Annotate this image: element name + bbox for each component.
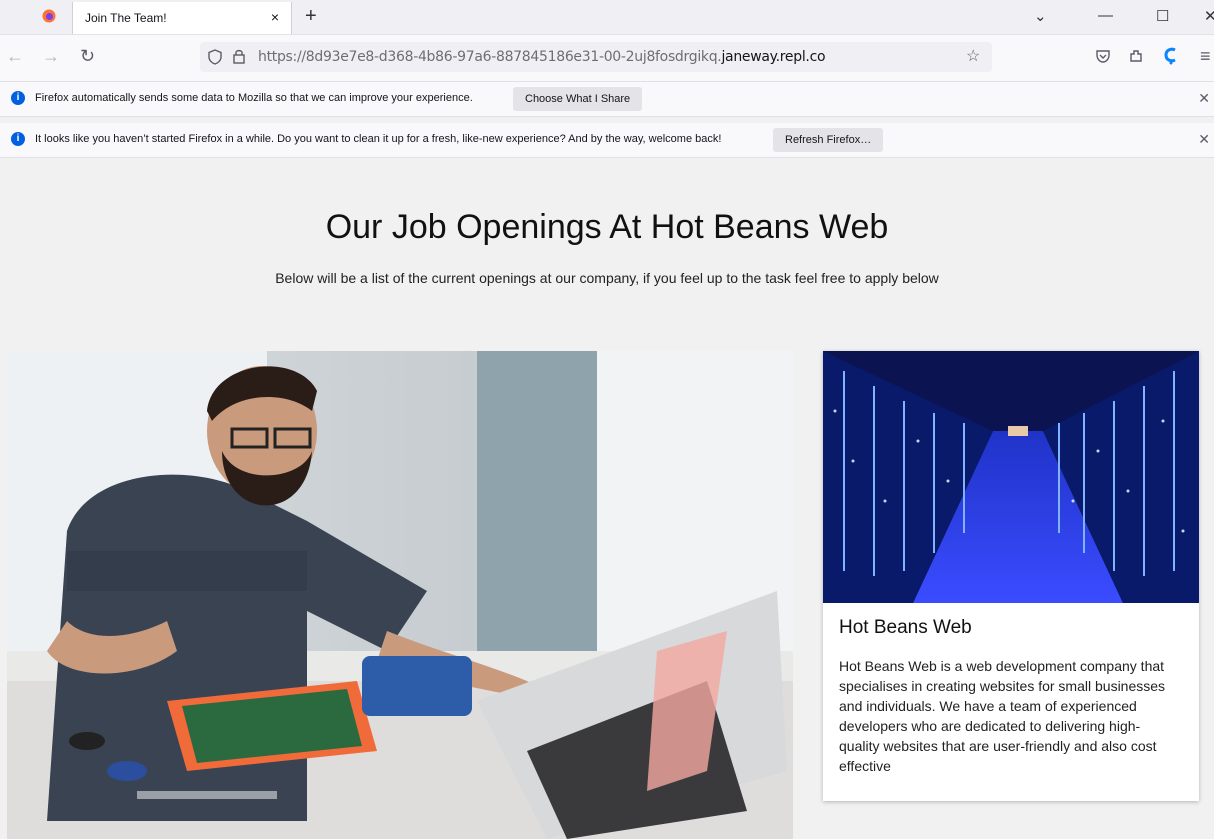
maximize-icon[interactable]: ☐ bbox=[1156, 7, 1169, 25]
minimize-icon[interactable]: — bbox=[1098, 7, 1113, 24]
card-title: Hot Beans Web bbox=[839, 617, 972, 638]
close-window-icon[interactable]: ✕ bbox=[1204, 7, 1214, 25]
back-icon[interactable]: ← bbox=[6, 46, 24, 67]
tab-close-icon[interactable]: × bbox=[271, 9, 279, 25]
tab-title: Join The Team! bbox=[85, 11, 167, 25]
telemetry-notification: i Firefox automatically sends some data … bbox=[0, 82, 1214, 117]
close-icon[interactable]: ✕ bbox=[1198, 131, 1210, 148]
page-title: Our Job Openings At Hot Beans Web bbox=[325, 208, 889, 246]
company-card: Hot Beans Web Hot Beans Web is a web dev… bbox=[823, 351, 1199, 801]
reload-icon[interactable]: ↻ bbox=[80, 46, 95, 67]
tab-bar: Join The Team! × + ⌄ — ☐ ✕ bbox=[0, 0, 1214, 35]
url-bar[interactable]: https://8d93e7e8-d368-4b86-97a6-88784518… bbox=[200, 42, 992, 72]
firefox-icon bbox=[42, 9, 56, 23]
info-icon: i bbox=[11, 132, 25, 146]
close-icon[interactable]: ✕ bbox=[1198, 90, 1210, 107]
account-icon[interactable] bbox=[1163, 47, 1179, 65]
lock-icon[interactable] bbox=[232, 48, 246, 64]
shield-icon[interactable] bbox=[208, 49, 222, 65]
pocket-icon[interactable] bbox=[1095, 48, 1111, 64]
notification-text: Firefox automatically sends some data to… bbox=[35, 92, 473, 104]
refresh-firefox-button[interactable]: Refresh Firefox… bbox=[773, 128, 884, 152]
url-text[interactable]: https://8d93e7e8-d368-4b86-97a6-88784518… bbox=[258, 49, 826, 65]
url-prefix: https://8d93e7e8-d368-4b86-97a6-88784518… bbox=[258, 49, 722, 65]
new-tab-icon[interactable]: + bbox=[305, 5, 317, 28]
card-body: Hot Beans Web is a web development compa… bbox=[839, 658, 1166, 774]
refresh-notification: i It looks like you haven’t started Fire… bbox=[0, 123, 1214, 158]
datacenter-image bbox=[823, 351, 1199, 603]
choose-what-i-share-button[interactable]: Choose What I Share bbox=[513, 87, 643, 111]
hero-image bbox=[7, 351, 793, 839]
notification-text: It looks like you haven’t started Firefo… bbox=[35, 133, 722, 145]
menu-icon[interactable]: ≡ bbox=[1200, 46, 1211, 67]
nav-bar: ← → ↻ https://8d93e7e8-d368-4b86-97a6-88… bbox=[0, 35, 1214, 82]
page-subtitle: Below will be a list of the current open… bbox=[275, 270, 939, 286]
url-host: janeway.repl.co bbox=[721, 49, 826, 65]
info-icon: i bbox=[11, 91, 25, 105]
bookmark-star-icon[interactable]: ☆ bbox=[966, 46, 980, 66]
forward-icon[interactable]: → bbox=[42, 46, 60, 67]
tab-list-icon[interactable]: ⌄ bbox=[1034, 7, 1047, 25]
extensions-icon[interactable] bbox=[1128, 48, 1144, 64]
tab-join-the-team[interactable]: Join The Team! × bbox=[72, 2, 292, 34]
